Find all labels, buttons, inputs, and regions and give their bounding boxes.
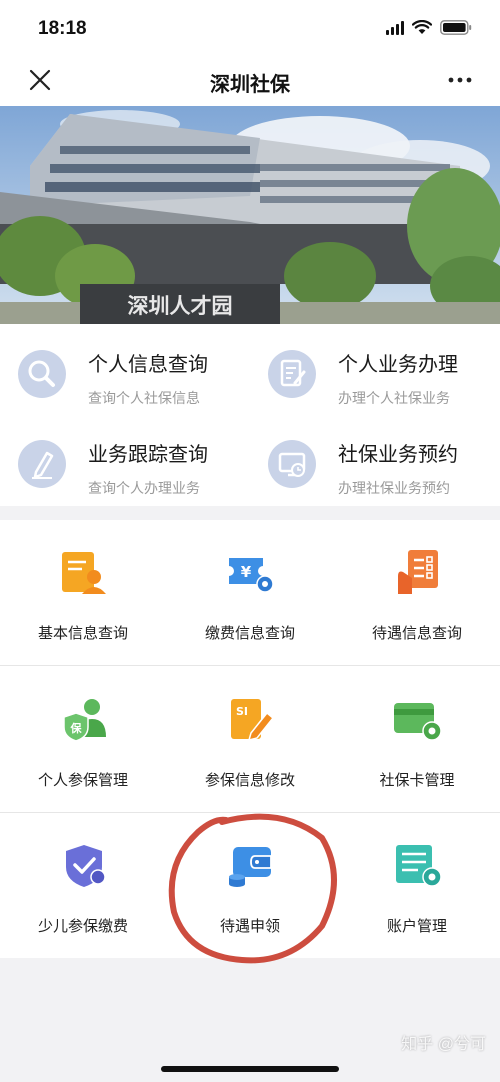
grid-item-basic-info-query[interactable]: 基本信息查询 [0,520,166,665]
quick-item-personal-info-query[interactable]: 个人信息查询 查询个人社保信息 [0,330,240,410]
cellular-signal-icon [386,20,404,35]
document-edit-icon [268,350,316,398]
wallet-icon [229,847,272,887]
quick-item-subtitle: 办理社保业务预约 [338,480,450,496]
grid-item-label: 社保卡管理 [379,772,455,789]
home-indicator[interactable] [161,1066,339,1072]
grid-item-benefit-claim[interactable]: 待遇申领 [167,813,333,958]
services-grid: 基本信息查询 ¥ 缴费信息查询 待遇信息查询 保 个人参保管理 SI 参保信息修… [0,520,500,958]
svg-text:SI: SI [236,705,248,718]
monitor-clock-icon [268,440,316,488]
grid-item-social-security-card[interactable]: 社保卡管理 [334,667,500,812]
quick-item-title: 业务跟踪查询 [88,444,208,466]
banner-sign-text: 深圳人才园 [128,294,233,318]
grid-item-label: 少儿参保缴费 [37,918,128,935]
quick-item-subtitle: 查询个人社保信息 [88,390,200,406]
battery-icon [440,20,472,35]
grid-item-label: 缴费信息查询 [204,625,295,642]
edit-document-icon: SI [231,699,275,742]
grid-item-label: 个人参保管理 [37,772,128,789]
quick-services-panel: 个人信息查询 查询个人社保信息 个人业务办理 办理个人社保业务 业务跟踪查询 查… [0,324,500,506]
insured-person-icon: 保 [63,699,106,742]
status-icons [386,20,472,35]
pencil-icon [18,440,66,488]
quick-item-appointment[interactable]: 社保业务预约 办理社保业务预约 [250,420,490,500]
status-time: 18:18 [38,18,87,39]
svg-text:保: 保 [70,721,83,735]
quick-item-title: 社保业务预约 [338,444,458,466]
grid-item-personal-insurance-management[interactable]: 保 个人参保管理 [0,667,166,812]
row-divider [0,665,500,666]
quick-item-subtitle: 办理个人社保业务 [338,390,450,406]
grid-item-account-management[interactable]: 账户管理 [334,813,500,958]
quick-item-business-tracking[interactable]: 业务跟踪查询 查询个人办理业务 [0,420,240,500]
search-icon [18,350,66,398]
grid-item-child-insurance-payment[interactable]: 少儿参保缴费 [0,813,166,958]
status-bar: 18:18 [0,0,500,56]
quick-item-personal-business[interactable]: 个人业务办理 办理个人社保业务 [250,330,490,410]
page-title: 深圳社保 [210,74,290,96]
grid-item-label: 待遇申领 [219,918,280,935]
quick-item-subtitle: 查询个人办理业务 [88,480,200,496]
watermark: 知乎 @兮可 [401,1036,486,1053]
card-settings-icon [394,703,442,741]
profile-card-icon [62,552,106,594]
child-shield-icon [66,845,106,887]
grid-item-label: 待遇信息查询 [371,625,462,642]
grid-item-payment-info-query[interactable]: ¥ 缴费信息查询 [167,520,333,665]
quick-item-title: 个人信息查询 [88,354,208,376]
grid-item-label: 参保信息修改 [204,772,295,789]
yuan-ticket-icon: ¥ [229,558,274,593]
nav-bar: 深圳社保 [0,56,500,106]
svg-text:¥: ¥ [241,563,252,581]
banner-image[interactable]: 深圳人才园 [0,106,500,324]
grid-item-label: 基本信息查询 [37,625,128,642]
list-settings-icon [396,845,442,887]
grid-item-benefit-info-query[interactable]: 待遇信息查询 [334,520,500,665]
quick-item-title: 个人业务办理 [338,354,458,376]
grid-item-insurance-info-modify[interactable]: SI 参保信息修改 [167,667,333,812]
grid-item-label: 账户管理 [386,918,447,935]
wifi-icon [412,20,432,34]
more-icon[interactable] [446,70,474,90]
checklist-hand-icon [398,550,438,594]
